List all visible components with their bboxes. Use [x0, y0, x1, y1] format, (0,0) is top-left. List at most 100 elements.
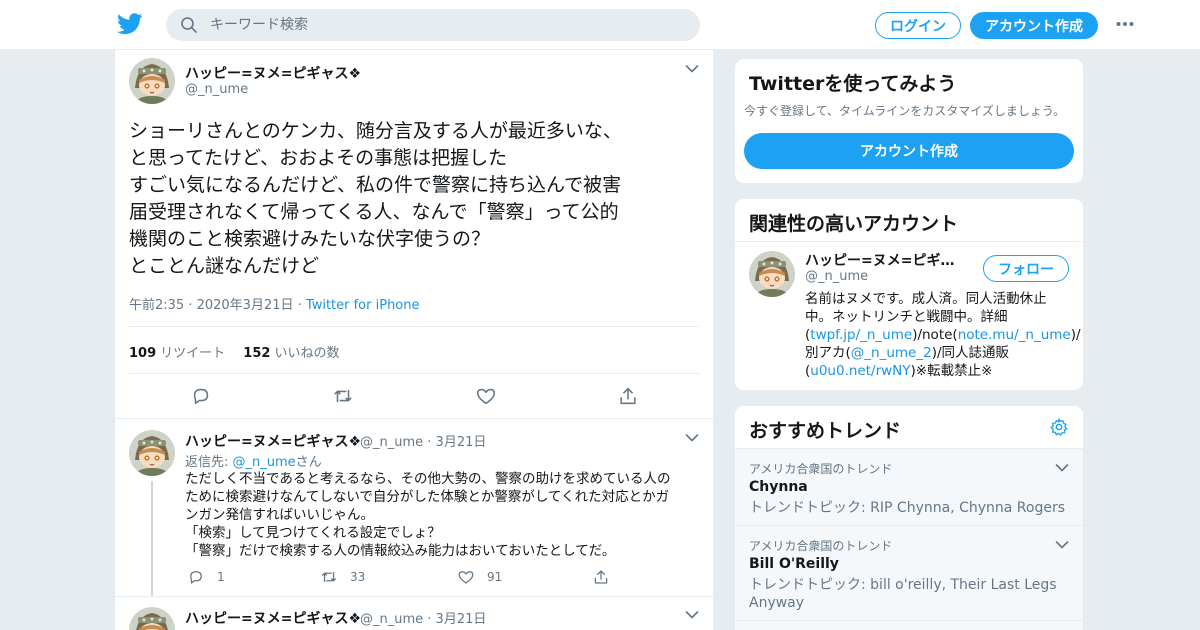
share-icon [592, 568, 610, 586]
tweet-text-line: すごい気になるんだけど、私の件で警察に持ち込んで被害 [129, 174, 622, 196]
share-action[interactable] [592, 568, 622, 586]
bio-text: 別アカ( [805, 345, 851, 361]
chevron-down-icon[interactable] [685, 610, 699, 620]
author-handle[interactable]: @_n_ume [360, 435, 423, 450]
reply-action[interactable]: 1 [187, 568, 225, 586]
reply-count: 1 [217, 570, 225, 584]
reply-text-line: ただしく不当であると考えるなら、その他大勢の、警察の助けを求めている人の [185, 471, 671, 487]
search-input[interactable] [210, 9, 690, 41]
reply-tweet[interactable]: ハッピー=ヌメ=ピギャス❖ @_n_ume · 3月21日 [115, 596, 713, 630]
avatar[interactable] [749, 251, 795, 297]
bio-link-alt-account[interactable]: @_n_ume_2 [851, 345, 932, 361]
chevron-down-icon[interactable] [685, 64, 699, 74]
tweet-text-line: とことん謎なんだけど [129, 255, 320, 277]
author-name[interactable]: ハッピー=ヌメ=ピギャス❖ [185, 63, 361, 83]
bio-line: 別アカ(@_n_ume_2)/同人誌通販 [805, 344, 1073, 362]
bio-text: )/note( [912, 327, 958, 343]
reply-tweet[interactable]: ハッピー=ヌメ=ピギャス❖ @_n_ume · 3月21日 返信先: @_n_u… [115, 418, 713, 597]
meta-separator: · [427, 612, 436, 627]
trend-item[interactable] [735, 620, 1083, 630]
reply-text-line: 「検索」して見つけてくれる設定でしょ？ [185, 525, 441, 541]
divider [129, 326, 699, 327]
retweet-icon [320, 568, 338, 586]
related-account-handle[interactable]: @_n_ume [805, 269, 868, 284]
author-handle[interactable]: @_n_ume [185, 82, 248, 97]
retweet-icon[interactable] [332, 385, 354, 407]
trend-name[interactable]: Chynna [749, 479, 808, 495]
bio-text: )/ [1070, 327, 1081, 343]
reply-text: ただしく不当であると考えるなら、その他大勢の、警察の助けを求めている人の ために… [185, 470, 697, 560]
tweet-text-line: 機関のこと検索避けみたいな伏字使うの？ [129, 228, 491, 250]
divider [129, 373, 699, 374]
signup-card-button[interactable]: アカウント作成 [744, 133, 1074, 169]
tweet-text: ショーリさんとのケンカ、随分言及する人が最近多いな、 と思ってたけど、おおよその… [129, 118, 709, 280]
avatar[interactable] [129, 430, 175, 476]
bio-link-shop[interactable]: u0u0.net/rwNY [810, 363, 910, 379]
gear-icon[interactable] [1049, 417, 1069, 437]
like-count: 152 [243, 346, 271, 361]
related-account-name[interactable]: ハッピー=ヌメ=ピギャス❖ [805, 250, 965, 270]
related-accounts-title: 関連性の高いアカウント [749, 213, 959, 235]
chevron-down-icon[interactable] [1055, 463, 1069, 473]
reply-date[interactable]: 3月21日 [436, 435, 487, 450]
retweet-action[interactable]: 33 [320, 568, 365, 586]
chevron-down-icon[interactable] [1055, 540, 1069, 550]
search-box[interactable] [166, 9, 700, 41]
tweet-source[interactable]: Twitter for iPhone [306, 298, 420, 313]
reply-to-mention[interactable]: @_n_ume [233, 455, 296, 470]
tweet-text-line: と思ってたけど、おおよその事態は把握した [129, 147, 508, 169]
tweet-stats: 109 リツイート 152 いいねの数 [129, 342, 353, 361]
avatar[interactable] [129, 58, 175, 104]
bio-line: (twpf.jp/_n_ume)/note(note.mu/_n_ume)/ [805, 326, 1081, 344]
like-action[interactable]: 91 [457, 568, 502, 586]
related-account-bio: 名前はヌメです。成人済。同人活動休止 中。ネットリンチと戦闘中。詳細 (twpf… [805, 290, 1081, 380]
trend-context: アメリカ合衆国のトレンド [749, 539, 893, 553]
reply-to-prefix: 返信先: [185, 455, 233, 470]
bio-text: )/同人誌通販 [931, 345, 1010, 361]
reply-meta: @_n_ume · 3月21日 [360, 608, 486, 627]
reply-meta: @_n_ume · 3月21日 [360, 431, 486, 450]
share-icon[interactable] [617, 385, 639, 407]
divider [735, 241, 1083, 242]
meta-separator: · [427, 435, 436, 450]
trend-item[interactable]: アメリカ合衆国のトレンド Bill O'Reilly トレンドトピック: bil… [735, 525, 1083, 620]
reply-to-suffix: さん [295, 455, 322, 470]
thread-line [151, 481, 153, 597]
bio-line: 名前はヌメです。成人済。同人活動休止 [805, 291, 1047, 307]
chevron-down-icon[interactable] [685, 433, 699, 443]
avatar[interactable] [129, 607, 175, 630]
more-dots-icon[interactable] [1115, 17, 1135, 31]
trend-item[interactable]: アメリカ合衆国のトレンド Chynna トレンドトピック: RIP Chynna… [735, 448, 1083, 525]
trend-name[interactable]: Bill O'Reilly [749, 556, 839, 572]
trends-title: おすすめトレンド [749, 420, 902, 442]
retweet-count: 33 [350, 570, 366, 584]
reply-text-line: ために検索避けなんてしないで自分がした体験とか警察がしてくれた対応とかガ [185, 489, 670, 505]
tweet-timestamp[interactable]: 午前2:35 · 2020年3月21日 · [129, 298, 302, 313]
login-button[interactable]: ログイン [875, 12, 961, 39]
signup-card-subtitle: 今すぐ登録して、タイムラインをカスタマイズしましょう。 [744, 104, 1066, 118]
tweet-meta: 午前2:35 · 2020年3月21日 · Twitter for iPhone [129, 294, 420, 313]
signup-card-title: Twitterを使ってみよう [749, 73, 957, 95]
retweet-stat[interactable]: 109 リツイート [129, 342, 225, 361]
trend-context: アメリカ合衆国のトレンド [749, 462, 893, 476]
bio-text: )※転載禁止※ [910, 363, 993, 379]
trend-description: トレンドトピック: RIP Chynna, Chynna Rogers [749, 500, 1065, 516]
follow-button[interactable]: フォロー [983, 255, 1069, 282]
reply-text-line: 「警察」だけで検索する人の情報絞込み能力はおいておいたとしてだ。 [185, 543, 616, 559]
like-stat-label: いいねの数 [274, 346, 340, 361]
trend-description: トレンドトピック: bill o'reilly, Their Last Legs… [749, 577, 1057, 611]
bio-link-note[interactable]: note.mu/_n_ume [958, 327, 1071, 343]
tweet-text-line: 届受理されなくて帰ってくる人、なんで「警察」って公的 [129, 201, 619, 223]
author-name[interactable]: ハッピー=ヌメ=ピギャス❖ [185, 431, 361, 451]
reply-icon[interactable] [190, 385, 212, 407]
author-handle[interactable]: @_n_ume [360, 612, 423, 627]
twitter-bird-icon[interactable] [117, 12, 143, 36]
reply-date[interactable]: 3月21日 [436, 612, 487, 627]
bio-link-twpf[interactable]: twpf.jp/_n_ume [810, 327, 912, 343]
signup-button[interactable]: アカウント作成 [970, 12, 1098, 39]
retweet-count: 109 [129, 346, 157, 361]
author-name[interactable]: ハッピー=ヌメ=ピギャス❖ [185, 608, 361, 628]
search-icon [181, 17, 197, 33]
like-stat[interactable]: 152 いいねの数 [243, 342, 339, 361]
like-icon[interactable] [475, 385, 497, 407]
